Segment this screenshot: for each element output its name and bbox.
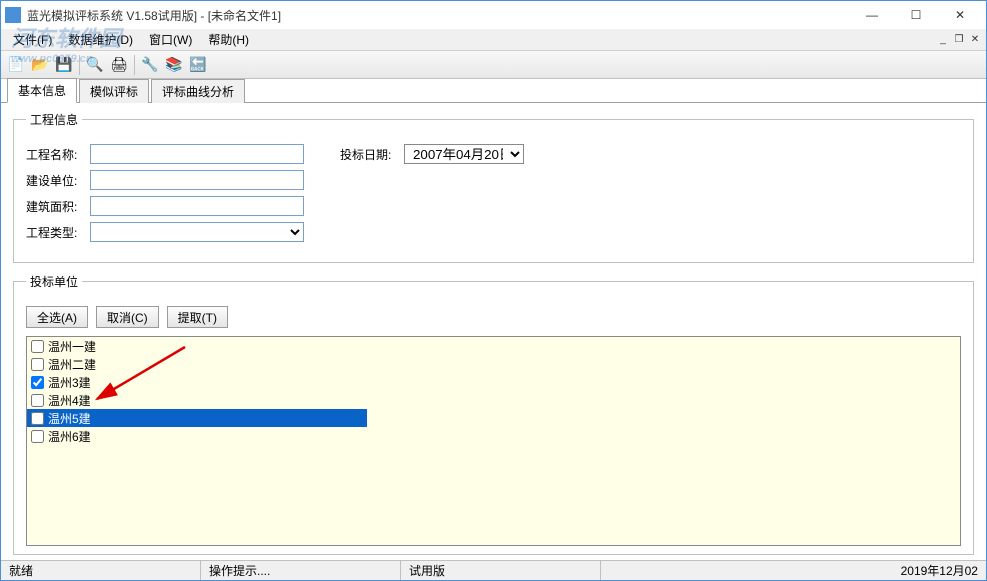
toolbar-separator — [79, 55, 80, 75]
label-proj-type: 工程类型: — [26, 224, 90, 241]
list-item[interactable]: 温州4建 — [27, 391, 960, 409]
bid-units-listbox[interactable]: 温州一建 温州二建 温州3建 温州4建 温州5建 温州6建 — [26, 336, 961, 546]
cancel-button[interactable]: 取消(C) — [96, 306, 159, 328]
menu-data[interactable]: 数据维护(D) — [60, 29, 141, 50]
list-item[interactable]: 温州二建 — [27, 355, 960, 373]
list-item-checkbox[interactable] — [31, 412, 44, 425]
label-project-name: 工程名称: — [26, 146, 90, 163]
books-icon[interactable]: 📚 — [163, 54, 185, 76]
build-area-input[interactable] — [90, 196, 304, 216]
maximize-button[interactable]: ☐ — [894, 2, 938, 28]
mdi-close-icon[interactable]: ✕ — [968, 33, 982, 47]
list-item-checkbox[interactable] — [31, 340, 44, 353]
status-date: 2019年12月02 — [601, 561, 986, 580]
list-item[interactable]: 温州3建 — [27, 373, 960, 391]
list-item-label: 温州3建 — [48, 374, 91, 391]
bid-units-legend: 投标单位 — [26, 273, 82, 290]
exit-icon[interactable]: 🔙 — [187, 54, 209, 76]
status-hint: 操作提示.... — [201, 561, 401, 580]
bid-units-group: 投标单位 全选(A) 取消(C) 提取(T) 温州一建 温州二建 温州3建 温州… — [13, 273, 974, 555]
list-item-checkbox[interactable] — [31, 394, 44, 407]
list-item-checkbox[interactable] — [31, 430, 44, 443]
tab-basic-info[interactable]: 基本信息 — [7, 78, 77, 103]
label-bid-date: 投标日期: — [340, 146, 404, 163]
tab-simulate[interactable]: 模似评标 — [79, 79, 149, 103]
mdi-minimize-icon[interactable]: _ — [936, 33, 950, 47]
bid-date-select[interactable]: 2007年04月20日 — [404, 144, 524, 164]
list-item[interactable]: 温州5建 — [27, 409, 367, 427]
menu-file[interactable]: 文件(F) — [5, 29, 60, 50]
select-all-button[interactable]: 全选(A) — [26, 306, 88, 328]
project-info-legend: 工程信息 — [26, 111, 82, 128]
tab-curve[interactable]: 评标曲线分析 — [151, 79, 245, 103]
open-file-icon[interactable]: 📂 — [29, 54, 51, 76]
mdi-restore-icon[interactable]: ❐ — [952, 33, 966, 47]
window-title: 蓝光模拟评标系统 V1.58试用版] - [未命名文件1] — [27, 7, 850, 24]
tab-strip: 基本信息 模似评标 评标曲线分析 — [1, 79, 986, 103]
list-item-label: 温州6建 — [48, 428, 91, 445]
label-build-area: 建筑面积: — [26, 198, 90, 215]
statusbar: 就绪 操作提示.... 试用版 2019年12月02 — [1, 560, 986, 580]
minimize-button[interactable]: — — [850, 2, 894, 28]
new-file-icon[interactable]: 📄 — [5, 54, 27, 76]
toolbar: 📄 📂 💾 🔍 🖨 🔧 📚 🔙 — [1, 51, 986, 79]
list-item[interactable]: 温州6建 — [27, 427, 960, 445]
extract-button[interactable]: 提取(T) — [167, 306, 228, 328]
tool-icon[interactable]: 🔧 — [139, 54, 161, 76]
save-icon[interactable]: 💾 — [53, 54, 75, 76]
toolbar-separator — [134, 55, 135, 75]
menubar: 文件(F) 数据维护(D) 窗口(W) 帮助(H) _ ❐ ✕ — [1, 29, 986, 51]
tab-content: 工程信息 工程名称: 投标日期: 2007年04月20日 建设单位: 建筑面积:… — [1, 103, 986, 573]
titlebar: 蓝光模拟评标系统 V1.58试用版] - [未命名文件1] — ☐ ✕ — [1, 1, 986, 29]
list-item-checkbox[interactable] — [31, 376, 44, 389]
list-item-label: 温州一建 — [48, 338, 96, 355]
print-icon[interactable]: 🖨 — [108, 54, 130, 76]
menu-help[interactable]: 帮助(H) — [200, 29, 257, 50]
label-build-unit: 建设单位: — [26, 172, 90, 189]
project-name-input[interactable] — [90, 144, 304, 164]
menu-window[interactable]: 窗口(W) — [141, 29, 200, 50]
build-unit-input[interactable] — [90, 170, 304, 190]
project-info-group: 工程信息 工程名称: 投标日期: 2007年04月20日 建设单位: 建筑面积:… — [13, 111, 974, 263]
list-item-label: 温州二建 — [48, 356, 96, 373]
app-icon — [5, 7, 21, 23]
proj-type-select[interactable] — [90, 222, 304, 242]
list-item-label: 温州4建 — [48, 392, 91, 409]
close-button[interactable]: ✕ — [938, 2, 982, 28]
list-item-checkbox[interactable] — [31, 358, 44, 371]
list-item[interactable]: 温州一建 — [27, 337, 960, 355]
preview-icon[interactable]: 🔍 — [84, 54, 106, 76]
status-edition: 试用版 — [401, 561, 601, 580]
list-item-label: 温州5建 — [48, 410, 91, 427]
status-ready: 就绪 — [1, 561, 201, 580]
